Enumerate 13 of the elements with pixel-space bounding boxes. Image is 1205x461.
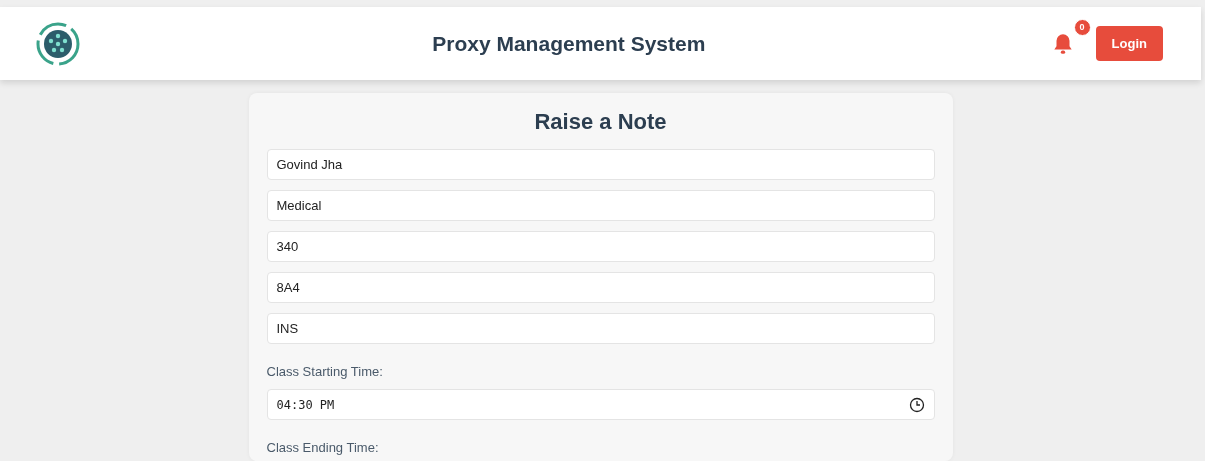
text-input-field[interactable]: Govind Jha <box>266 149 935 180</box>
time-input-field[interactable]: 04:30 PM <box>266 389 935 420</box>
field-label: Class Starting Time: <box>266 364 384 379</box>
form-title: Raise a Note <box>533 109 668 135</box>
clock-icon[interactable] <box>908 396 925 413</box>
text-input-field[interactable]: 8A4 <box>266 272 935 303</box>
text-input-field[interactable]: 340 <box>266 231 935 262</box>
text-input-field[interactable]: INS <box>266 313 935 344</box>
text-input-field[interactable]: Medical <box>266 190 935 221</box>
field-label: Class Ending Time: <box>266 440 380 455</box>
app-title: Proxy Management System <box>431 31 707 56</box>
login-button[interactable]: Login <box>1095 26 1163 61</box>
notification-badge: 0 <box>1073 18 1091 36</box>
